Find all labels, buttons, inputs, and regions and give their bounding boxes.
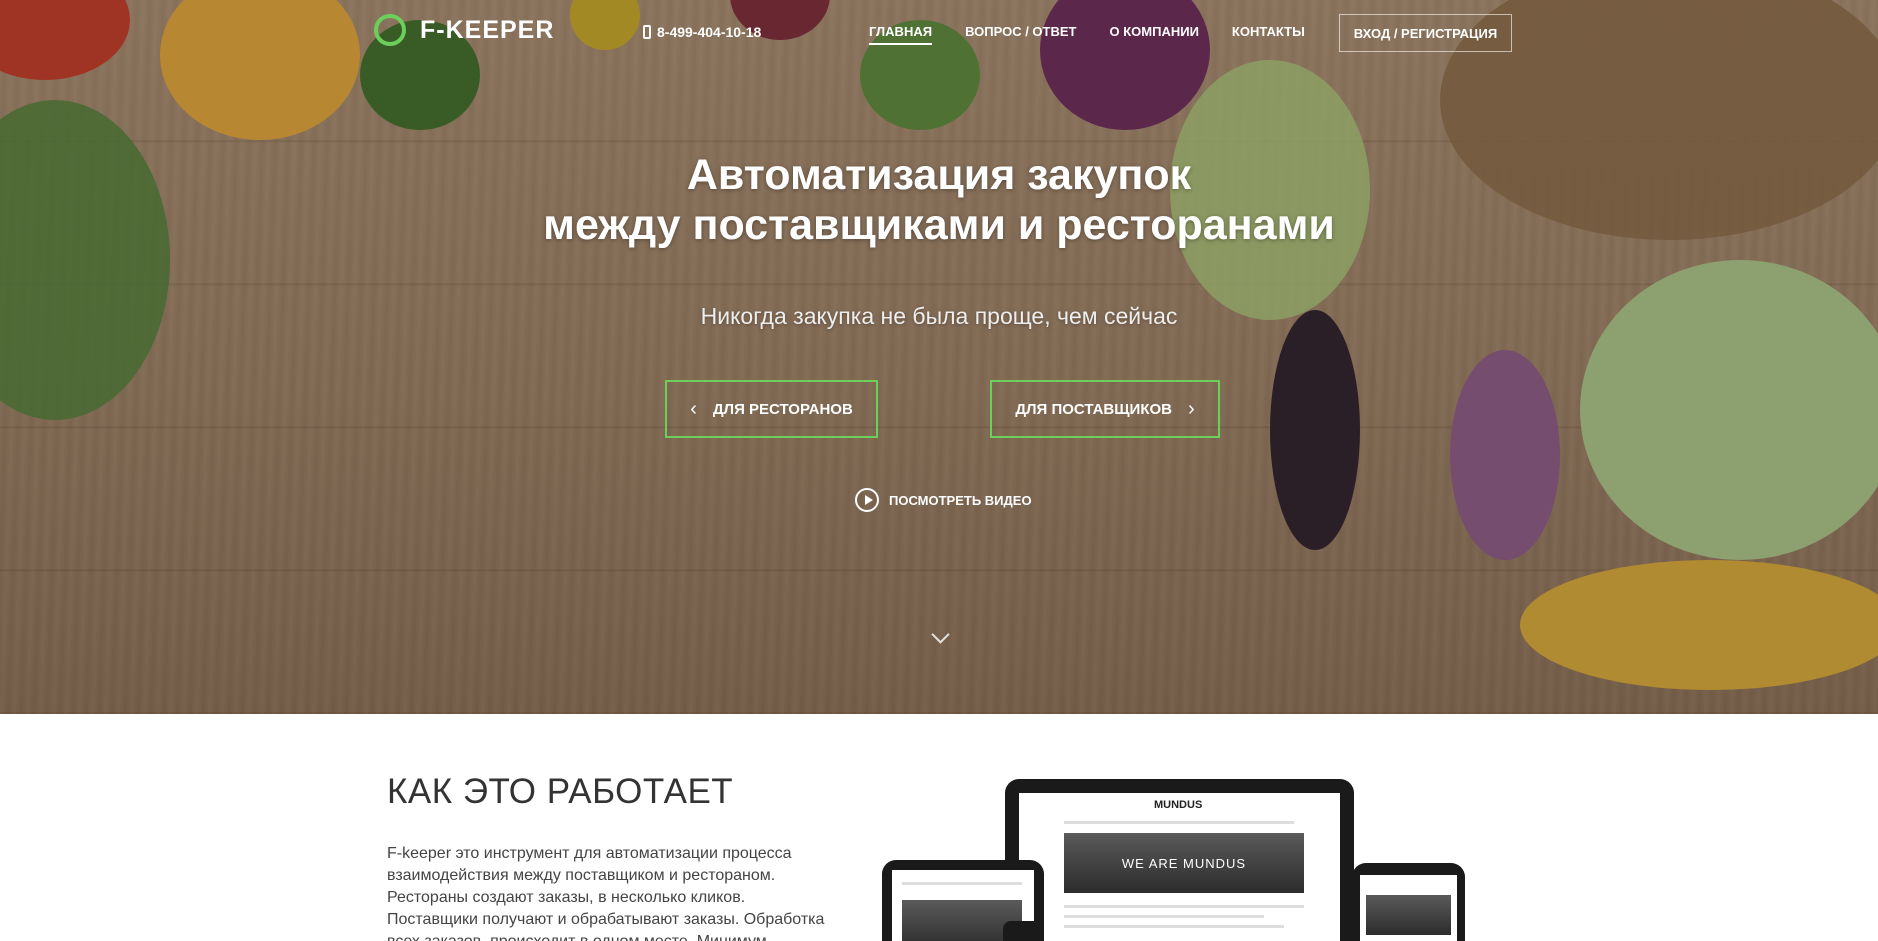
hero-title-line1: Автоматизация закупок (686, 151, 1192, 199)
laptop-mockup (1352, 863, 1465, 941)
logo-text: F-KEEPER (420, 15, 555, 44)
phone-mockup (1003, 921, 1043, 941)
chevron-left-icon: ‹ (690, 398, 697, 420)
mockup-banner: WE ARE MUNDUS (1064, 833, 1304, 893)
laptop-screen (1360, 875, 1457, 941)
main-nav: ГЛАВНАЯ ВОПРОС / ОТВЕТ О КОМПАНИИ КОНТАК… (869, 24, 1305, 45)
hero-overlay (0, 0, 1878, 714)
nav-item-about[interactable]: О КОМПАНИИ (1110, 24, 1199, 45)
for-suppliers-label: ДЛЯ ПОСТАВЩИКОВ (1015, 400, 1172, 418)
phone-icon (643, 25, 651, 39)
how-it-works-text: F-keeper это инструмент для автоматизаци… (387, 845, 825, 941)
for-suppliers-button[interactable]: ДЛЯ ПОСТАВЩИКОВ › (990, 380, 1220, 438)
chevron-right-icon: › (1188, 398, 1195, 420)
for-restaurants-button[interactable]: ‹ ДЛЯ РЕСТОРАНОВ (665, 380, 878, 438)
hero-subtitle: Никогда закупка не была проще, чем сейча… (700, 303, 1178, 329)
mockup-content-line (1064, 905, 1304, 908)
hero-title: Автоматизация закупок между поставщиками… (439, 150, 1439, 250)
nav-item-faq[interactable]: ВОПРОС / ОТВЕТ (965, 24, 1076, 45)
mockup-nav-line (1064, 821, 1294, 824)
laptop-banner (1366, 895, 1451, 935)
mockup-content-line (902, 882, 1022, 885)
logo-ring-icon (374, 14, 406, 46)
hero-title-line2: между поставщиками и ресторанами (543, 201, 1335, 249)
mockup-content-line (1064, 915, 1264, 918)
mockup-content-line (1064, 925, 1284, 928)
how-it-works-title: КАК ЭТО РАБОТАЕТ (387, 772, 734, 811)
phone-number[interactable]: 8-499-404-10-18 (643, 24, 761, 40)
watch-video-label: ПОСМОТРЕТЬ ВИДЕО (889, 492, 1032, 508)
mockup-brand: MUNDUS (1154, 799, 1203, 811)
desktop-mockup: MUNDUS WE ARE MUNDUS (1005, 779, 1354, 941)
scroll-down-chevron-icon[interactable] (931, 628, 951, 648)
login-register-button[interactable]: ВХОД / РЕГИСТРАЦИЯ (1339, 14, 1512, 52)
play-icon (855, 488, 879, 512)
hero-section: F-KEEPER 8-499-404-10-18 ГЛАВНАЯ ВОПРОС … (0, 0, 1878, 714)
desktop-screen: MUNDUS WE ARE MUNDUS (1019, 793, 1340, 941)
logo[interactable]: F-KEEPER (374, 14, 554, 46)
watch-video-link[interactable]: ПОСМОТРЕТЬ ВИДЕО (855, 488, 1032, 512)
nav-item-contacts[interactable]: КОНТАКТЫ (1232, 24, 1305, 45)
nav-item-home[interactable]: ГЛАВНАЯ (869, 24, 933, 45)
phone-text: 8-499-404-10-18 (657, 24, 762, 40)
for-restaurants-label: ДЛЯ РЕСТОРАНОВ (712, 400, 853, 418)
